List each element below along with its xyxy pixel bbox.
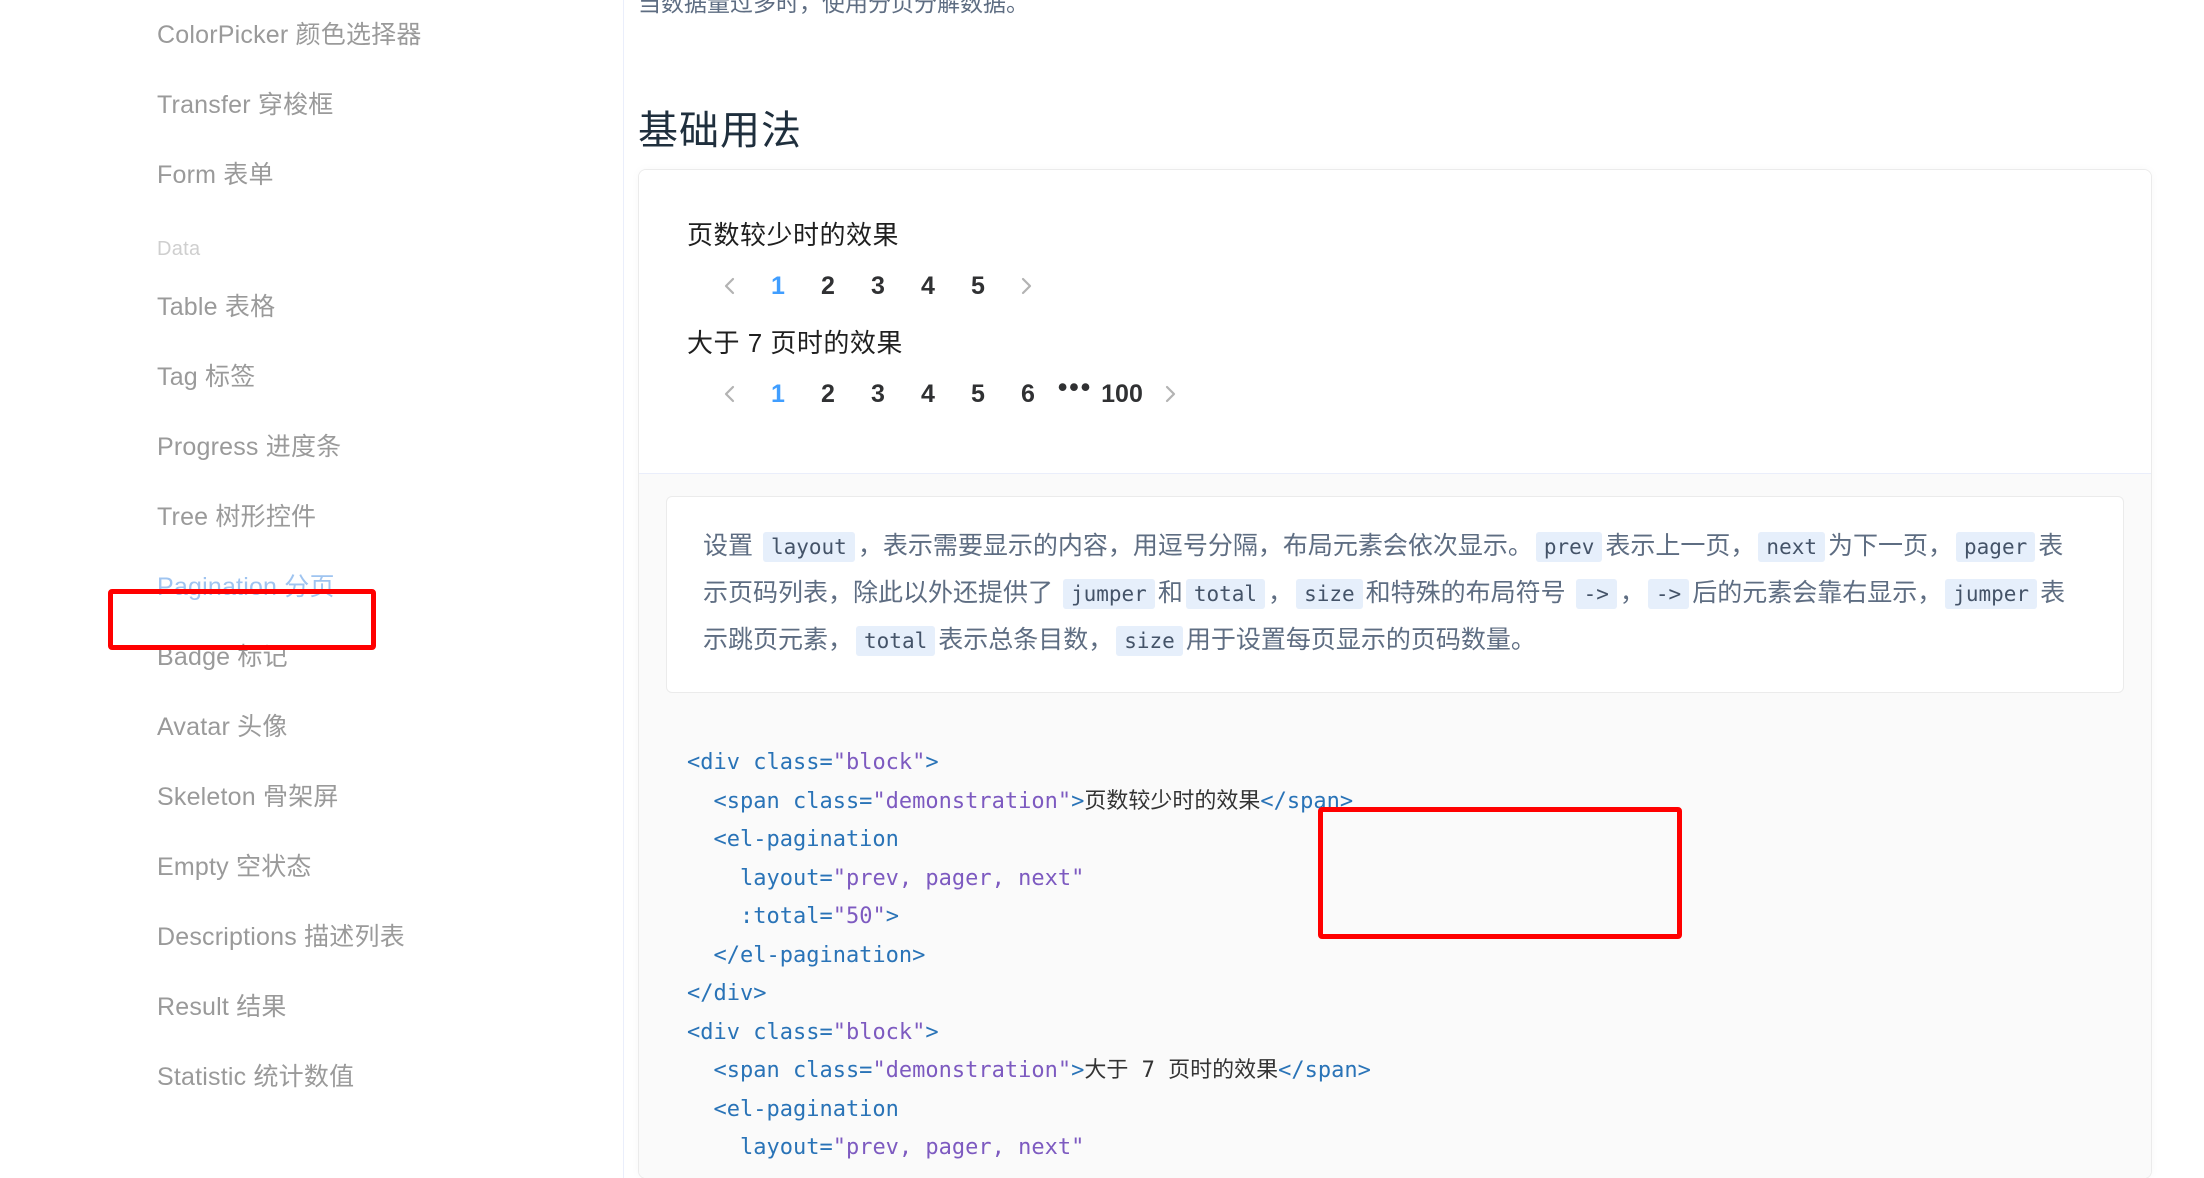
main-content: 当数据量过多时，使用分页分解数据。 基础用法 页数较少时的效果 12345 大于… [624,0,2204,1178]
chevron-right-icon[interactable] [1003,264,1047,308]
pagination-page-3[interactable]: 3 [856,372,900,416]
inline-code-token: -> [1648,579,1689,609]
inline-code-token: size [1296,579,1363,609]
chevron-right-icon[interactable] [1147,372,1191,416]
pagination-many-pages[interactable]: 123456•••100 [687,371,2103,417]
demo-preview-area: 页数较少时的效果 12345 大于 7 页时的效果 123456•••100 [639,170,2151,473]
pagination-page-3[interactable]: 3 [856,264,900,308]
intro-paragraph-clipped: 当数据量过多时，使用分页分解数据。 [638,0,1029,20]
sidebar-item-tag[interactable]: Tag 标签 [0,342,623,412]
sidebar-item-statistic[interactable]: Statistic 统计数值 [0,1042,623,1112]
pagination-page-6[interactable]: 6 [1006,372,1050,416]
demo-label-few-pages: 页数较少时的效果 [687,211,2103,259]
demo-block-card: 页数较少时的效果 12345 大于 7 页时的效果 123456•••100 设… [638,169,2152,1178]
inline-code-token: -> [1576,579,1617,609]
inline-code-token: total [1186,579,1265,609]
sidebar-item-empty[interactable]: Empty 空状态 [0,832,623,902]
inline-code-token: jumper [1063,579,1155,609]
pagination-few-pages[interactable]: 12345 [687,263,2103,309]
sidebar-item-table[interactable]: Table 表格 [0,272,623,342]
sidebar-item-list: ColorPicker 颜色选择器Transfer 穿梭框Form 表单Data… [0,0,623,1112]
sidebar-item-avatar[interactable]: Avatar 头像 [0,692,623,762]
inline-code-token: prev [1536,532,1603,562]
demo-label-many-pages: 大于 7 页时的效果 [687,319,2103,367]
pagination-page-4[interactable]: 4 [906,264,950,308]
sidebar-item-result[interactable]: Result 结果 [0,972,623,1042]
source-code-block[interactable]: <div class="block"> <span class="demonst… [639,744,2151,1178]
sidebar-item-descriptions[interactable]: Descriptions 描述列表 [0,902,623,972]
pagination-page-4[interactable]: 4 [906,372,950,416]
inline-code-token: total [856,626,935,656]
sidebar-nav: ColorPicker 颜色选择器Transfer 穿梭框Form 表单Data… [0,0,624,1178]
sidebar-item-pagination[interactable]: Pagination 分页 [0,552,623,622]
sidebar-item-form[interactable]: Form 表单 [0,140,623,210]
pagination-page-1[interactable]: 1 [756,264,800,308]
page-section-title: 基础用法 [638,98,802,156]
sidebar-item-transfer[interactable]: Transfer 穿梭框 [0,70,623,140]
sidebar-item-badge[interactable]: Badge 标记 [0,622,623,692]
inline-code-token: layout [763,532,855,562]
inline-code-token: next [1758,532,1825,562]
sidebar-item-skeleton[interactable]: Skeleton 骨架屏 [0,762,623,832]
sidebar-item-progress[interactable]: Progress 进度条 [0,412,623,482]
pagination-ellipsis[interactable]: ••• [1053,372,1097,416]
pagination-page-100[interactable]: 100 [1100,372,1144,416]
page-root: ColorPicker 颜色选择器Transfer 穿梭框Form 表单Data… [0,0,2204,1178]
pagination-page-5[interactable]: 5 [956,264,1000,308]
inline-code-token: pager [1956,532,2035,562]
demo-code-area: <div class="block"> <span class="demonst… [639,718,2151,1178]
inline-code-token: size [1116,626,1183,656]
inline-code-token: jumper [1945,579,2037,609]
sidebar-item-tree[interactable]: Tree 树形控件 [0,482,623,552]
demo-description-area: 设置 layout，表示需要显示的内容，用逗号分隔，布局元素会依次显示。prev… [639,473,2151,718]
pagination-page-5[interactable]: 5 [956,372,1000,416]
sidebar-group-title: Data [0,210,623,272]
sidebar-item-colorpicker[interactable]: ColorPicker 颜色选择器 [0,0,623,70]
pagination-page-1[interactable]: 1 [756,372,800,416]
demo-description-text: 设置 layout，表示需要显示的内容，用逗号分隔，布局元素会依次显示。prev… [666,496,2124,693]
chevron-left-icon[interactable] [709,372,753,416]
pagination-page-2[interactable]: 2 [806,372,850,416]
chevron-left-icon[interactable] [709,264,753,308]
pagination-page-2[interactable]: 2 [806,264,850,308]
